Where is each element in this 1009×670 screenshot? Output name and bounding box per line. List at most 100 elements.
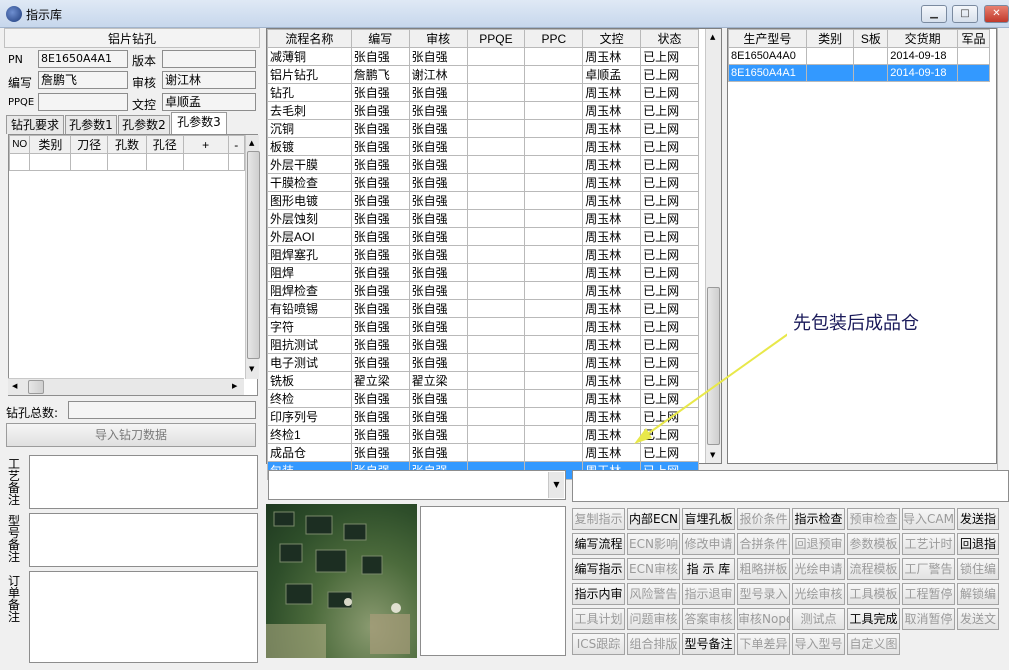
process-row[interactable]: 板镀 张自强 张自强 周玉林 已上网 [267, 137, 699, 156]
scroll-up-icon[interactable]: ▲ [710, 33, 715, 41]
grid-horizontal-scrollbar[interactable]: ◀ ▶ [8, 378, 244, 395]
minimize-button[interactable]: ▁ [921, 5, 947, 23]
col-military[interactable]: 军品 [957, 29, 990, 48]
scroll-up-icon[interactable]: ▲ [249, 139, 254, 147]
process-row[interactable]: 外层蚀刻 张自强 张自强 周玉林 已上网 [267, 209, 699, 228]
production-row[interactable]: 8E1650A4A0 2014-09-18 [728, 47, 990, 65]
process-row[interactable]: 阻焊 张自强 张自强 周玉林 已上网 [267, 263, 699, 282]
process-row[interactable]: 铝片钻孔 詹鹏飞 谢江林 卓顺孟 已上网 [267, 65, 699, 84]
action-button[interactable]: 指示退审 [682, 583, 735, 605]
col-reviewer[interactable]: 审核 [408, 29, 468, 48]
action-button[interactable]: 盲埋孔板 [682, 508, 735, 530]
scroll-down-icon[interactable]: ▼ [249, 365, 254, 373]
production-row[interactable]: 8E1650A4A1 2014-09-18 [728, 64, 990, 82]
process-row[interactable]: 钻孔 张自强 张自强 周玉林 已上网 [267, 83, 699, 102]
action-button[interactable]: 导入型号 [792, 633, 845, 655]
action-button[interactable]: 型号备注 [682, 633, 735, 655]
scroll-down-icon[interactable]: ▼ [710, 451, 715, 459]
pn-field[interactable]: 8E1650A4A1 [38, 50, 128, 68]
model-note-field[interactable] [29, 513, 258, 567]
col-status[interactable]: 状态 [640, 29, 699, 48]
grid-header-minus[interactable]: - [227, 135, 246, 154]
scroll-right-icon[interactable]: ▶ [232, 382, 237, 390]
col-ppc[interactable]: PPC [524, 29, 584, 48]
action-button[interactable]: 下单差异 [737, 633, 790, 655]
action-button[interactable]: 指 示 库 [682, 558, 735, 580]
action-button[interactable]: 内部ECN [627, 508, 680, 530]
action-button[interactable]: 参数模板 [847, 533, 900, 555]
action-button[interactable]: 工程暂停 [902, 583, 955, 605]
action-button[interactable]: 型号录入 [737, 583, 790, 605]
total-drill-field[interactable] [68, 401, 256, 419]
process-row[interactable]: 图形电镀 张自强 张自强 周玉林 已上网 [267, 191, 699, 210]
action-button[interactable]: 指示内审 [572, 583, 625, 605]
process-row[interactable]: 外层AOI 张自强 张自强 周玉林 已上网 [267, 227, 699, 246]
col-ppqe[interactable]: PPQE [466, 29, 526, 48]
action-button[interactable]: 合拼条件 [737, 533, 790, 555]
maximize-button[interactable]: □ [952, 5, 978, 23]
action-button[interactable]: 答案审核 [682, 608, 735, 630]
action-button[interactable]: ECN审核 [627, 558, 680, 580]
action-button[interactable]: 问题审核 [627, 608, 680, 630]
action-button[interactable]: 风险警告 [627, 583, 680, 605]
process-row[interactable]: 有铅喷锡 张自强 张自强 周玉林 已上网 [267, 299, 699, 318]
tab-hole-params-3[interactable]: 孔参数3 [171, 112, 227, 134]
action-button[interactable]: 发送文 [957, 608, 999, 630]
action-button[interactable]: 取消暂停 [902, 608, 955, 630]
process-row[interactable]: 去毛刺 张自强 张自强 周玉林 已上网 [267, 101, 699, 120]
action-button[interactable]: 自定义图 [847, 633, 900, 655]
tab-hole-params-1[interactable]: 孔参数1 [65, 115, 117, 134]
tab-drill-requirements[interactable]: 钻孔要求 [6, 115, 64, 134]
process-row[interactable]: 干膜检查 张自强 张自强 周玉林 已上网 [267, 173, 699, 192]
action-button[interactable]: 报价条件 [737, 508, 790, 530]
production-table[interactable]: 生产型号 类别 S板 交货期 军品 8E1650A4A0 2014-09-18 8E… [728, 29, 990, 82]
version-field[interactable] [162, 50, 256, 68]
action-button[interactable]: ECN影响 [627, 533, 680, 555]
col-author[interactable]: 编写 [350, 29, 410, 48]
ppqe-field[interactable] [38, 93, 128, 111]
scroll-left-icon[interactable]: ◀ [12, 382, 17, 390]
action-button[interactable]: 预审检查 [847, 508, 900, 530]
action-button[interactable]: 审核Nope [737, 608, 790, 630]
close-button[interactable]: ✕ [984, 5, 1009, 23]
action-button[interactable]: 导入CAM [902, 508, 955, 530]
action-button[interactable]: 光绘审核 [792, 583, 845, 605]
process-row[interactable]: 沉铜 张自强 张自强 周玉林 已上网 [267, 119, 699, 138]
action-button[interactable]: 工厂警告 [902, 558, 955, 580]
action-button[interactable]: 组合排版 [627, 633, 680, 655]
tab-hole-params-2[interactable]: 孔参数2 [118, 115, 170, 134]
col-process-name[interactable]: 流程名称 [267, 29, 352, 48]
col-doc-control[interactable]: 文控 [582, 29, 642, 48]
action-button[interactable]: 复制指示 [572, 508, 625, 530]
grid-header-plus[interactable]: + [182, 135, 229, 154]
process-row[interactable]: 减薄铜 张自强 张自强 周玉林 已上网 [267, 47, 699, 66]
action-button[interactable]: 回退指 [957, 533, 999, 555]
action-button[interactable]: 解锁编 [957, 583, 999, 605]
grid-hscroll-thumb[interactable] [28, 380, 44, 394]
action-button[interactable]: 锁住编 [957, 558, 999, 580]
action-button[interactable]: 修改申请 [682, 533, 735, 555]
action-button[interactable]: 发送指 [957, 508, 999, 530]
action-button[interactable]: 编写指示 [572, 558, 625, 580]
col-delivery-date[interactable]: 交货期 [887, 29, 959, 48]
import-drill-data-button[interactable]: 导入钻刀数据 [6, 423, 256, 447]
process-row[interactable]: 外层干膜 张自强 张自强 周玉林 已上网 [267, 155, 699, 174]
action-button[interactable]: 测试点 [792, 608, 845, 630]
chevron-down-icon[interactable]: ▼ [548, 472, 564, 498]
author-field[interactable]: 詹鹏飞 [38, 71, 128, 89]
action-button[interactable]: 工具计划 [572, 608, 625, 630]
col-category[interactable]: 类别 [805, 29, 855, 48]
message-field[interactable] [572, 470, 1009, 502]
grid-vertical-scrollbar[interactable]: ▲ ▼ [245, 135, 260, 379]
action-button[interactable]: 工艺计时 [902, 533, 955, 555]
action-button[interactable]: 光绘申请 [792, 558, 845, 580]
action-button[interactable]: 指示检查 [792, 508, 845, 530]
order-note-field[interactable] [29, 571, 258, 663]
process-note-field[interactable] [29, 455, 258, 509]
action-button[interactable]: 回退预审 [792, 533, 845, 555]
action-button[interactable]: 工具完成 [847, 608, 900, 630]
process-row[interactable]: 阻焊检查 张自强 张自强 周玉林 已上网 [267, 281, 699, 300]
action-button[interactable]: 流程模板 [847, 558, 900, 580]
reviewer-field[interactable]: 谢江林 [162, 71, 256, 89]
col-s-board[interactable]: S板 [853, 29, 889, 48]
